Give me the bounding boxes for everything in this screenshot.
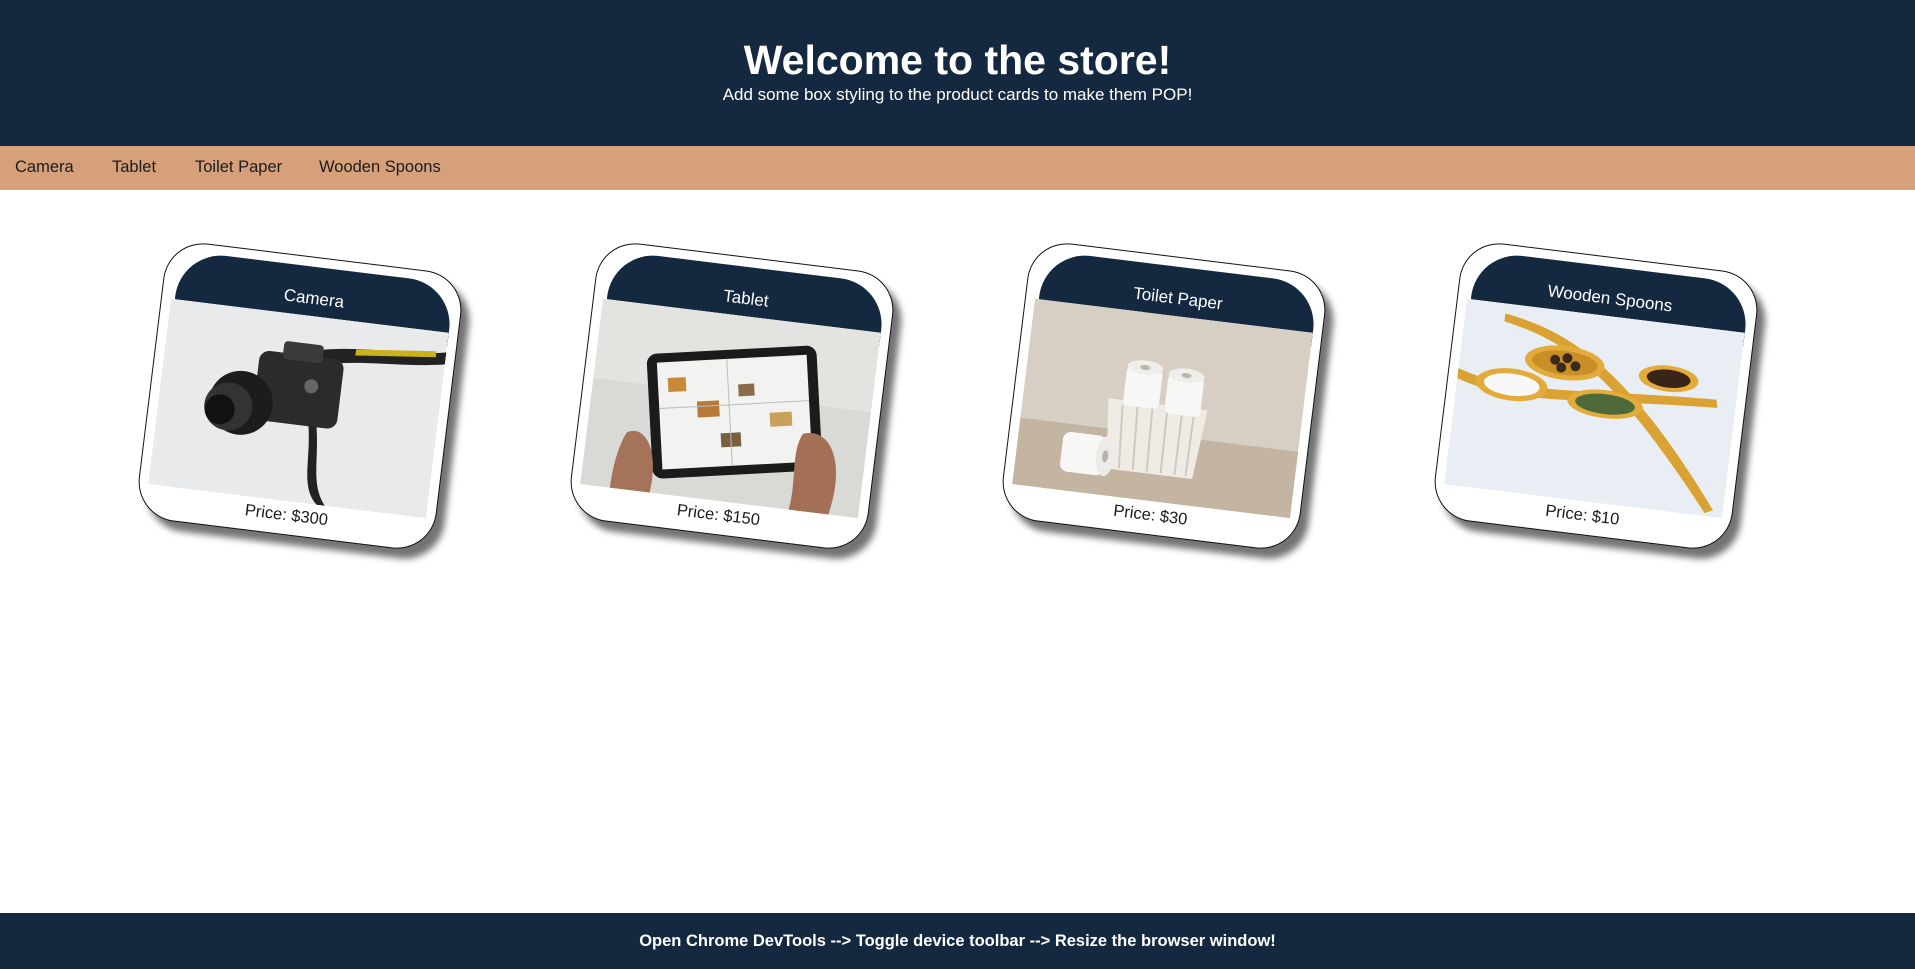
- nav-link-tablet[interactable]: Tablet: [112, 158, 156, 177]
- nav-link-wooden-spoons[interactable]: Wooden Spoons: [319, 158, 441, 177]
- nav-bar: Camera Tablet Toilet Paper Wooden Spoons: [0, 146, 1915, 190]
- camera-photo: [148, 298, 449, 519]
- toilet-paper-photo: [1012, 298, 1313, 519]
- site-header: Welcome to the store! Add some box styli…: [0, 0, 1915, 146]
- page-title: Welcome to the store!: [743, 37, 1172, 83]
- product-card-camera[interactable]: Camera Price: $300: [134, 238, 466, 554]
- product-card-wooden-spoons[interactable]: Wooden Spoons Price: $10: [1430, 238, 1762, 554]
- nav-link-toilet-paper[interactable]: Toilet Paper: [195, 158, 282, 177]
- site-footer: Open Chrome DevTools --> Toggle device t…: [0, 913, 1915, 969]
- product-card-tablet[interactable]: Tablet Price: $150: [566, 238, 898, 554]
- nav-link-camera[interactable]: Camera: [15, 158, 74, 177]
- page-subtitle: Add some box styling to the product card…: [722, 85, 1193, 104]
- tablet-photo: [580, 298, 881, 519]
- product-card-toilet-paper[interactable]: Toilet Paper Price: $30: [998, 238, 1330, 554]
- footer-text: Open Chrome DevTools --> Toggle device t…: [639, 932, 1276, 950]
- wooden-spoons-photo: [1444, 298, 1745, 519]
